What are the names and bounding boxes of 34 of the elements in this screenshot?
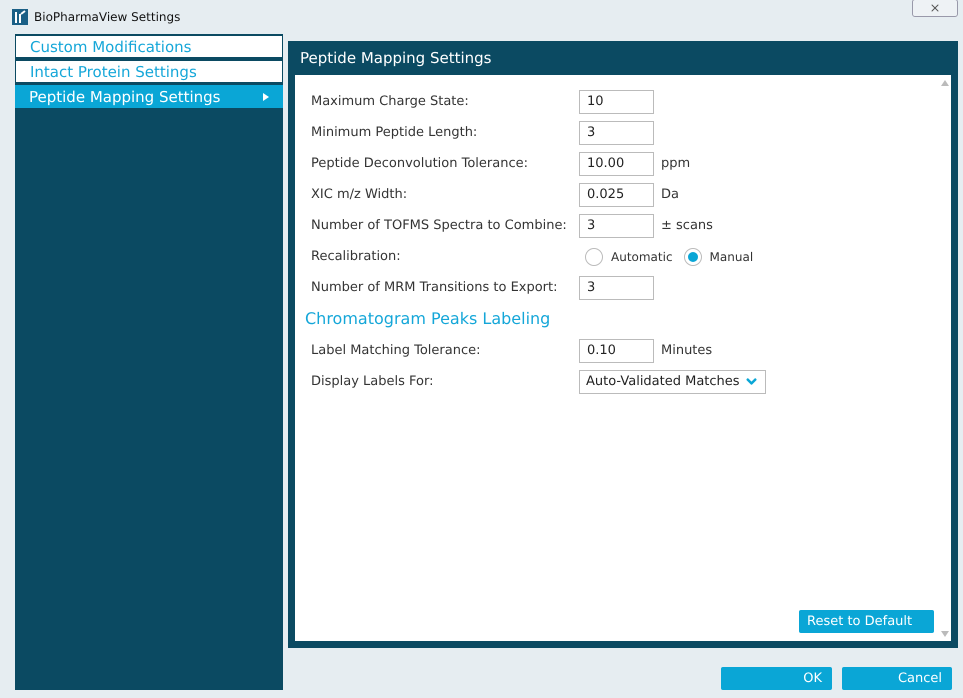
radio-button[interactable] <box>684 248 702 266</box>
close-button[interactable] <box>912 0 958 17</box>
field-label: Label Matching Tolerance: <box>311 343 482 358</box>
text-field[interactable]: 3 <box>579 214 654 238</box>
radio-button[interactable] <box>585 248 603 266</box>
radio-label: Automatic <box>611 250 673 264</box>
field-label: Number of TOFMS Spectra to Combine: <box>311 218 568 233</box>
text-field[interactable]: 3 <box>579 120 654 144</box>
field-label: Maximum Charge State: <box>311 94 470 109</box>
section-heading: Chromatogram Peaks Labeling <box>305 309 552 330</box>
field-label: Minimum Peptide Length: <box>311 125 478 140</box>
scroll-down-icon[interactable] <box>941 631 949 637</box>
unit-label: ± scans <box>661 218 713 233</box>
dropdown[interactable]: Auto-Validated Matches <box>579 370 766 394</box>
field-label: Number of MRM Transitions to Export: <box>311 280 559 295</box>
text-field[interactable]: 0.10 <box>579 338 654 362</box>
scroll-up-icon[interactable] <box>941 80 949 86</box>
unit-label: ppm <box>661 156 690 171</box>
window-title: BioPharmaView Settings <box>34 10 182 24</box>
radio-label: Manual <box>710 250 754 264</box>
field-label: Display Labels For: <box>311 374 434 389</box>
caret-icon <box>263 92 269 100</box>
field-label: Peptide Deconvolution Tolerance: <box>311 156 529 171</box>
field-label: XIC m/z Width: <box>311 187 408 202</box>
panel-title: Peptide Mapping Settings <box>299 48 492 69</box>
close-icon <box>929 2 941 14</box>
app-logo-icon <box>12 9 28 25</box>
text-field[interactable]: 0.025 <box>579 182 654 206</box>
text-field[interactable]: 3 <box>579 276 654 300</box>
field-label: Recalibration: <box>311 249 402 264</box>
text-field[interactable]: 10.00 <box>579 152 654 176</box>
unit-label: Minutes <box>661 343 712 358</box>
text-field[interactable]: 10 <box>579 90 654 114</box>
unit-label: Da <box>661 187 679 202</box>
